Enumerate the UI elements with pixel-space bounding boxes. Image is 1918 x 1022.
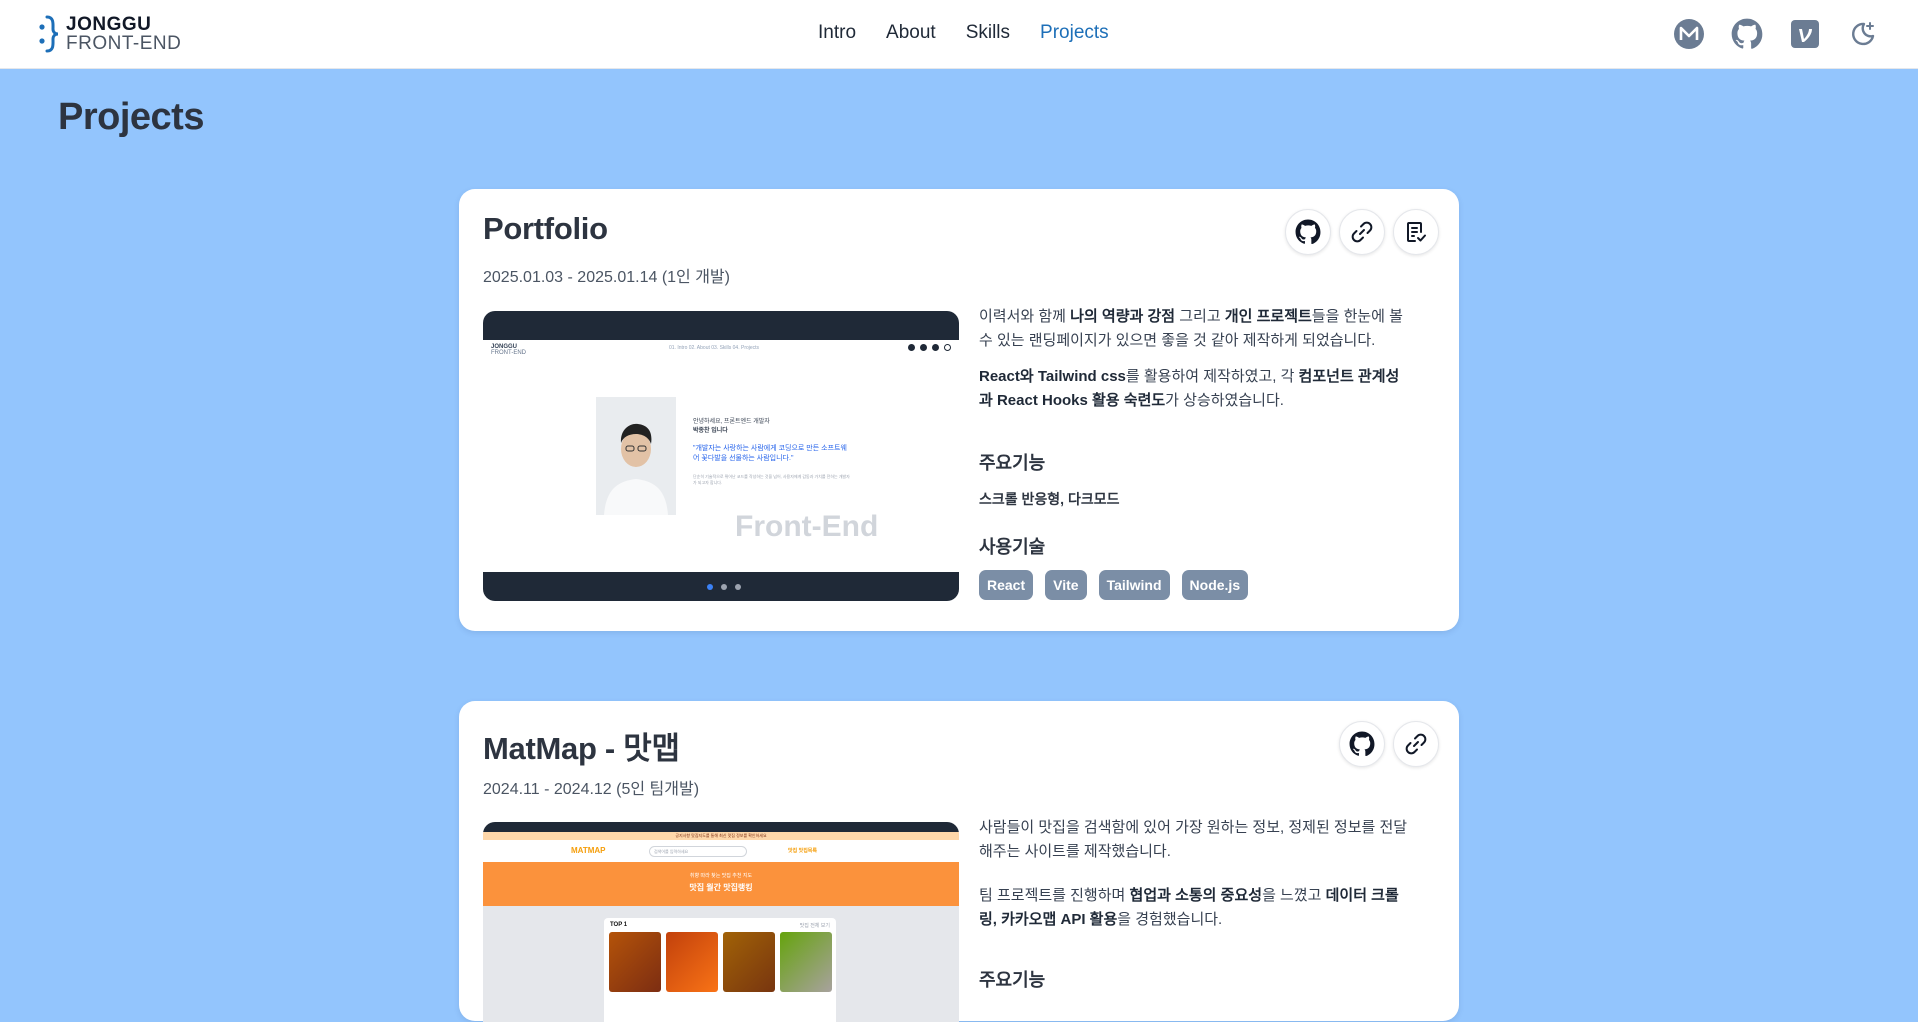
mini-brand-text: Front-End	[735, 510, 879, 543]
carousel-dots	[703, 584, 745, 590]
mini-ranking-panel: TOP 1 맛집 전체 보기	[604, 918, 836, 1022]
profile-photo	[596, 397, 676, 515]
emphasis-text: 개인 프로젝트	[1224, 308, 1312, 325]
project-date: 2025.01.03 - 2025.01.14 (1인 개발)	[483, 269, 730, 286]
emphasis-text: React와 Tailwind css	[979, 368, 1126, 385]
emphasis-text: 협업과 소통의 중요성	[1129, 887, 1263, 904]
mini-header: MATMAP 검색어를 입력하세요 맛집 맛집목록	[483, 840, 959, 862]
project-description: 사람들이 맛집을 검색함에 있어 가장 원하는 정보, 정제된 정보를 전달해주…	[979, 816, 1409, 944]
header-icon-group	[1648, 17, 1880, 51]
description-paragraph: React와 Tailwind css를 활용하여 제작하였고, 각 컴포넌트 …	[979, 365, 1409, 413]
description-paragraph: 이력서와 함께 나의 역량과 강점 그리고 개인 프로젝트들을 한눈에 볼 수 …	[979, 305, 1409, 353]
tech-heading: 사용기술	[979, 537, 1046, 557]
main-nav: Intro About Skills Projects	[818, 22, 1139, 44]
carousel-dot[interactable]	[707, 584, 713, 590]
github-icon	[1349, 731, 1375, 757]
mini-menu: 맛집 맛집목록	[788, 848, 817, 854]
tech-tags: React Vite Tailwind Node.js	[979, 570, 1260, 600]
body-text: 을 느꼈고	[1262, 887, 1326, 904]
demo-link-button[interactable]	[1339, 209, 1385, 255]
velog-icon[interactable]	[1788, 17, 1822, 51]
site-logo[interactable]: JONGGU FRONT-END	[38, 14, 181, 54]
project-title: MatMap - 맛맵	[483, 731, 680, 766]
project-screenshot-carousel[interactable]: 공지사항 맛집지도를 통해 최신 맛집 정보를 확인하세요 MATMAP 검색어…	[483, 822, 959, 1022]
features-heading: 주요기능	[979, 453, 1046, 473]
github-icon	[1295, 219, 1321, 245]
body-text: 를 활용하여 제작하였고, 각	[1125, 368, 1299, 385]
logo-subtitle: FRONT-END	[66, 33, 182, 54]
tech-tag: Vite	[1045, 570, 1087, 600]
carousel-dot[interactable]	[721, 584, 727, 590]
body-text: 을 경험했습니다.	[1117, 911, 1223, 928]
features-heading: 주요기능	[979, 970, 1046, 990]
project-title: Portfolio	[483, 211, 608, 246]
github-link-button[interactable]	[1339, 721, 1385, 767]
screenshot-preview: JONGGU FRONT-END 01. Intro 02. About 03.…	[483, 340, 959, 572]
project-actions	[1277, 209, 1439, 255]
github-link-button[interactable]	[1285, 209, 1331, 255]
tech-tag: React	[979, 570, 1034, 600]
dark-mode-icon[interactable]	[1846, 17, 1880, 51]
body-text: 가 상승하였습니다.	[1165, 392, 1284, 409]
nav-about[interactable]: About	[886, 22, 936, 44]
body-text: 사람들이 맛집을 검색함에 있어 가장 원하는 정보, 정제된 정보를 전달해주…	[979, 819, 1408, 860]
body-text: 팀 프로젝트를 진행하며	[979, 887, 1130, 904]
logo-brace-icon	[39, 15, 59, 53]
link-icon	[1405, 733, 1427, 755]
mini-logo: MATMAP	[571, 846, 606, 855]
project-description: 이력서와 함께 나의 역량과 강점 그리고 개인 프로젝트들을 한눈에 볼 수 …	[979, 305, 1409, 425]
logo-title: JONGGU	[66, 14, 152, 35]
project-card-matmap: MatMap - 맛맵 2024.11 - 2024.12 (5인 팀개발) 공…	[459, 701, 1459, 1022]
nav-projects[interactable]: Projects	[1040, 22, 1109, 44]
document-check-icon	[1407, 222, 1426, 242]
site-header: JONGGU FRONT-END Intro About Skills Proj…	[0, 0, 1918, 69]
mini-icons	[903, 344, 951, 351]
nav-skills[interactable]: Skills	[966, 22, 1010, 44]
tech-tag: Node.js	[1181, 570, 1249, 600]
medium-icon[interactable]	[1672, 17, 1706, 51]
mini-logo: JONGGU FRONT-END	[491, 344, 526, 356]
carousel-dot[interactable]	[735, 584, 741, 590]
github-icon[interactable]	[1730, 17, 1764, 51]
mini-search: 검색어를 입력하세요	[649, 846, 747, 857]
demo-link-button[interactable]	[1393, 721, 1439, 767]
mini-hero: 취향 따라 찾는 맛집 추천 지도 맛집 월간 맛집랭킹	[483, 862, 959, 906]
tech-tag: Tailwind	[1098, 570, 1170, 600]
page-title: Projects	[58, 96, 204, 138]
body-text: 이력서와 함께	[979, 308, 1071, 325]
project-actions	[1331, 721, 1439, 767]
mini-menu: 01. Intro 02. About 03. Skills 04. Proje…	[669, 345, 760, 351]
description-paragraph: 사람들이 맛집을 검색함에 있어 가장 원하는 정보, 정제된 정보를 전달해주…	[979, 816, 1409, 864]
features-text: 스크롤 반응형, 다크모드	[979, 491, 1120, 507]
project-date: 2024.11 - 2024.12 (5인 팀개발)	[483, 781, 700, 798]
nav-intro[interactable]: Intro	[818, 22, 856, 44]
body-text: 그리고	[1175, 308, 1225, 325]
docs-link-button[interactable]	[1393, 209, 1439, 255]
project-card-portfolio: Portfolio 2025.01.03 - 2025.01.14 (1인 개발…	[459, 189, 1459, 631]
project-screenshot-carousel[interactable]: JONGGU FRONT-END 01. Intro 02. About 03.…	[483, 311, 959, 601]
mini-banner: 공지사항 맛집지도를 통해 최신 맛집 정보를 확인하세요	[483, 832, 959, 840]
link-icon	[1351, 221, 1373, 243]
emphasis-text: 나의 역량과 강점	[1070, 308, 1176, 325]
mini-intro-text: 안녕하세요, 프론트엔드 개발자 박종찬 입니다 "개발자는 사랑하는 사람에게…	[693, 419, 850, 485]
description-paragraph: 팀 프로젝트를 진행하며 협업과 소통의 중요성을 느꼈고 데이터 크롤링, 카…	[979, 884, 1409, 932]
